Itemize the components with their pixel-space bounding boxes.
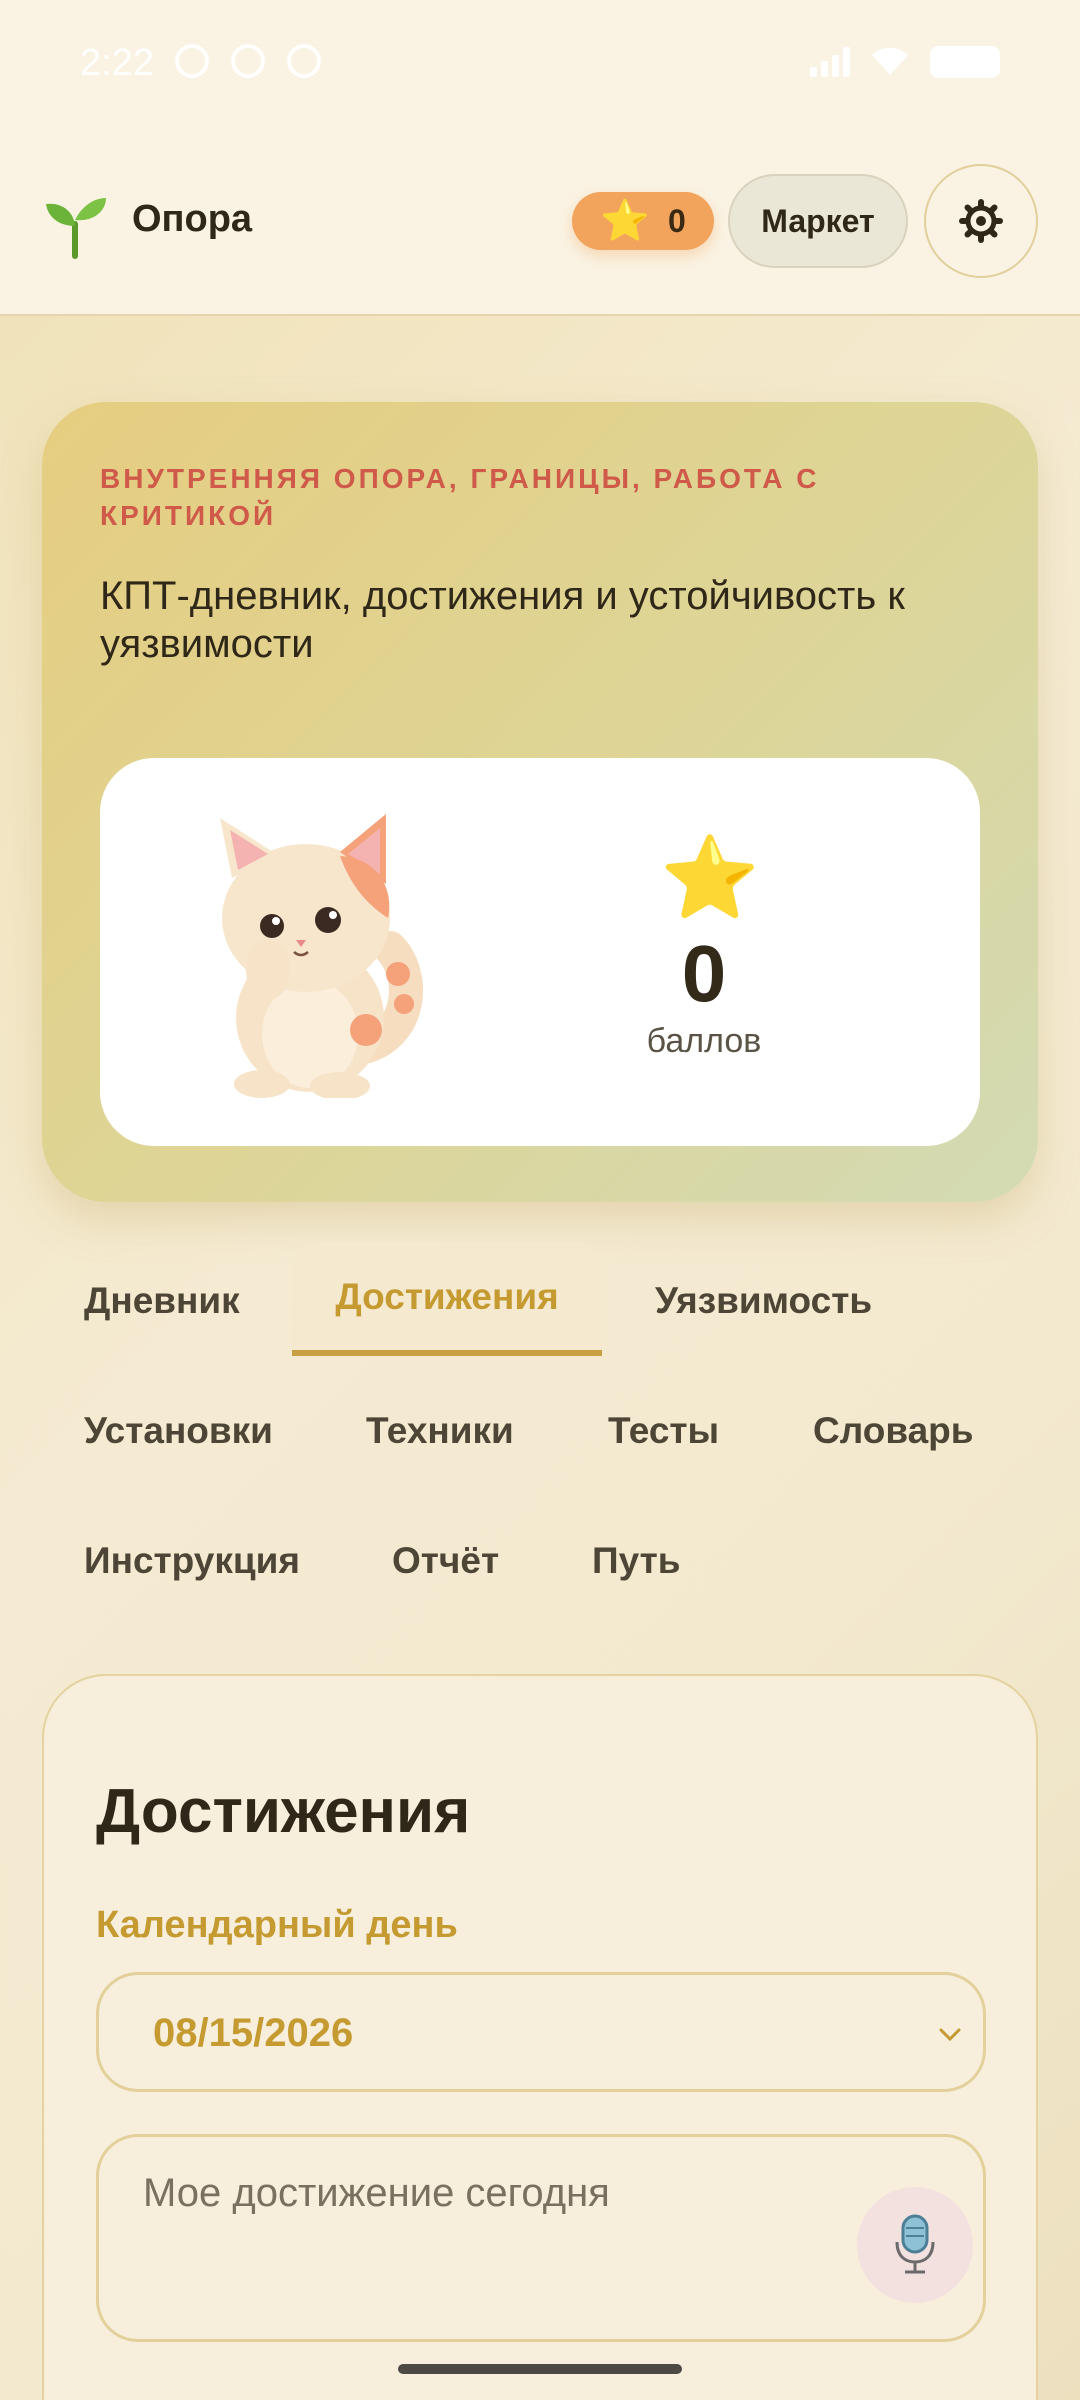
score-label: баллов <box>646 1022 762 1060</box>
tab-diary[interactable]: Дневник <box>84 1280 240 1322</box>
cat-mascot-icon <box>220 814 423 1098</box>
star-icon: ⭐ <box>660 833 760 922</box>
tab-beliefs[interactable]: Установки <box>84 1410 273 1452</box>
app-title: Опора <box>132 198 253 240</box>
points-count: 0 <box>668 202 686 239</box>
status-notification-icons <box>175 44 321 78</box>
market-button[interactable]: Маркет <box>728 174 908 268</box>
achievement-textarea[interactable]: Мое достижение сегодня <box>96 2134 986 2342</box>
status-system-icons <box>810 46 1000 78</box>
microphone-icon <box>895 2214 935 2274</box>
score-value: 0 <box>681 929 727 1018</box>
star-icon: ⭐ <box>600 199 650 243</box>
tab-report[interactable]: Отчёт <box>392 1540 499 1582</box>
signal-icon <box>810 47 850 77</box>
score-panel: ⭐ 0 баллов <box>100 758 980 1146</box>
hero-card: ВНУТРЕННЯЯ ОПОРА, ГРАНИЦЫ, РАБОТА С КРИТ… <box>42 402 1038 1202</box>
tab-techniques[interactable]: Техники <box>366 1410 514 1452</box>
battery-icon <box>930 46 1000 78</box>
settings-status-icon <box>175 44 209 78</box>
app-header: Опора ⭐ 0 Маркет <box>0 130 1080 316</box>
tab-achievements[interactable]: Достижения <box>292 1242 602 1356</box>
tab-path[interactable]: Путь <box>592 1540 681 1582</box>
settings-button[interactable] <box>924 164 1038 278</box>
tab-vulnerability[interactable]: Уязвимость <box>655 1280 872 1322</box>
date-field-label: Календарный день <box>96 1904 458 1946</box>
voice-input-button[interactable] <box>857 2187 973 2303</box>
hero-eyebrow: ВНУТРЕННЯЯ ОПОРА, ГРАНИЦЫ, РАБОТА С КРИТ… <box>100 463 820 531</box>
achievements-form-card: Достижения Календарный день 08/15/2026 М… <box>42 1674 1038 2400</box>
seedling-icon <box>46 198 106 259</box>
shield-status-icon <box>287 44 321 78</box>
tab-instructions[interactable]: Инструкция <box>84 1540 300 1582</box>
status-bar: 2:22 <box>0 0 1080 130</box>
hero-subtitle: КПТ-дневник, достижения и устойчивость к… <box>100 574 905 666</box>
date-value: 08/15/2026 <box>153 2011 354 2055</box>
wifi-icon <box>872 47 908 75</box>
date-select[interactable]: 08/15/2026 <box>96 1972 986 2092</box>
info-status-icon <box>231 44 265 78</box>
status-time: 2:22 <box>80 42 154 84</box>
achievement-placeholder: Мое достижение сегодня <box>143 2171 610 2215</box>
chevron-down-icon <box>939 2028 961 2042</box>
tab-glossary[interactable]: Словарь <box>813 1410 974 1452</box>
home-indicator[interactable] <box>398 2364 682 2374</box>
points-badge[interactable]: ⭐ 0 <box>572 192 714 250</box>
section-title: Достижения <box>96 1777 471 1846</box>
tab-tests[interactable]: Тесты <box>608 1410 719 1452</box>
gear-icon <box>959 199 1003 243</box>
